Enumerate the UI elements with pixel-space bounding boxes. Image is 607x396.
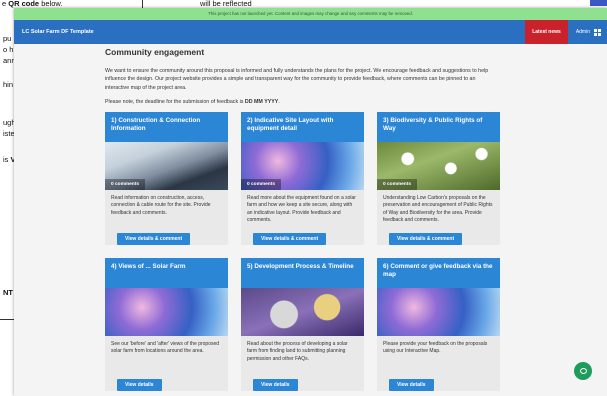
card-image-solar-panels: 0 comments	[105, 142, 228, 190]
card-views[interactable]: 4) Views of ... Solar Farm See our 'befo…	[105, 258, 228, 391]
card-description: See our 'before' and 'after' views of th…	[111, 341, 220, 355]
card-image-q-and-a	[241, 288, 364, 336]
view-details-button[interactable]: View details	[253, 379, 298, 391]
main-content: Community engagement We want to ensure t…	[105, 36, 498, 105]
card-title[interactable]: 6) Comment or give feedback via the map	[377, 258, 500, 288]
view-details-comment-button[interactable]: View details & comment	[253, 233, 327, 245]
intro-paragraph: We want to ensure the community around t…	[105, 68, 489, 91]
card-description: Read information on construction, access…	[111, 195, 211, 216]
chat-icon	[579, 368, 587, 374]
view-details-comment-button[interactable]: View details & comment	[389, 233, 463, 245]
card-image-abstract	[377, 288, 500, 336]
card-title[interactable]: 2) Indicative Site Layout with equipment…	[241, 112, 364, 142]
admin-link[interactable]: Admin	[568, 29, 594, 35]
page-title: Community engagement	[105, 47, 205, 57]
bg-blue-block	[590, 0, 607, 6]
card-construction[interactable]: 1) Construction & Connection Information…	[105, 112, 228, 245]
bg-text-fragment: iste	[3, 129, 15, 138]
bg-text-fragment: pu	[3, 34, 12, 43]
comments-badge: 0 comments	[241, 179, 281, 190]
bg-text-reflected: will be reflected	[200, 0, 252, 8]
bg-text-fragment: o h	[3, 45, 14, 54]
chat-button[interactable]	[574, 362, 592, 380]
deadline-note: Please note, the deadline for the submis…	[105, 98, 280, 105]
card-title[interactable]: 4) Views of ... Solar Farm	[105, 258, 228, 288]
card-description: Understanding Low Carbon's proposals on …	[383, 195, 493, 224]
card-description: Read about the process of developing a s…	[247, 341, 348, 362]
card-image-abstract: 0 comments	[241, 142, 364, 190]
comments-badge: 0 comments	[377, 179, 417, 190]
card-title[interactable]: 3) Biodiversity & Public Rights of Way	[377, 112, 500, 142]
card-description: Please provide your feedback on the prop…	[383, 341, 488, 355]
card-development-process[interactable]: 5) Development Process & Timeline Read a…	[241, 258, 364, 391]
site-brand[interactable]: LC Solar Farm DF Template	[22, 29, 525, 35]
deadline-date: DD MM YYYY	[244, 98, 279, 105]
view-details-button[interactable]: View details	[389, 379, 434, 391]
latest-news-button[interactable]: Latest news	[525, 20, 568, 44]
card-image-abstract	[105, 288, 228, 336]
bg-text-fragment: hin	[3, 80, 14, 89]
grid-icon[interactable]	[594, 28, 601, 36]
bg-text-qr: e QR code below.	[2, 0, 63, 8]
bg-text-fragment: NT	[3, 288, 13, 297]
card-feedback-map[interactable]: 6) Comment or give feedback via the map …	[377, 258, 500, 391]
card-image-daisies: 0 comments	[377, 142, 500, 190]
card-title[interactable]: 5) Development Process & Timeline	[241, 258, 364, 288]
card-title[interactable]: 1) Construction & Connection Information	[105, 112, 228, 142]
view-details-button[interactable]: View details	[117, 379, 162, 391]
prelaunch-notice: This project has not launched yet. Conte…	[14, 8, 607, 20]
card-site-layout[interactable]: 2) Indicative Site Layout with equipment…	[241, 112, 364, 245]
card-description: Read more about the equipment found on a…	[247, 195, 356, 224]
card-biodiversity[interactable]: 3) Biodiversity & Public Rights of Way 0…	[377, 112, 500, 245]
view-details-comment-button[interactable]: View details & comment	[117, 233, 191, 245]
bg-divider	[0, 319, 14, 320]
comments-badge: 0 comments	[105, 179, 145, 190]
